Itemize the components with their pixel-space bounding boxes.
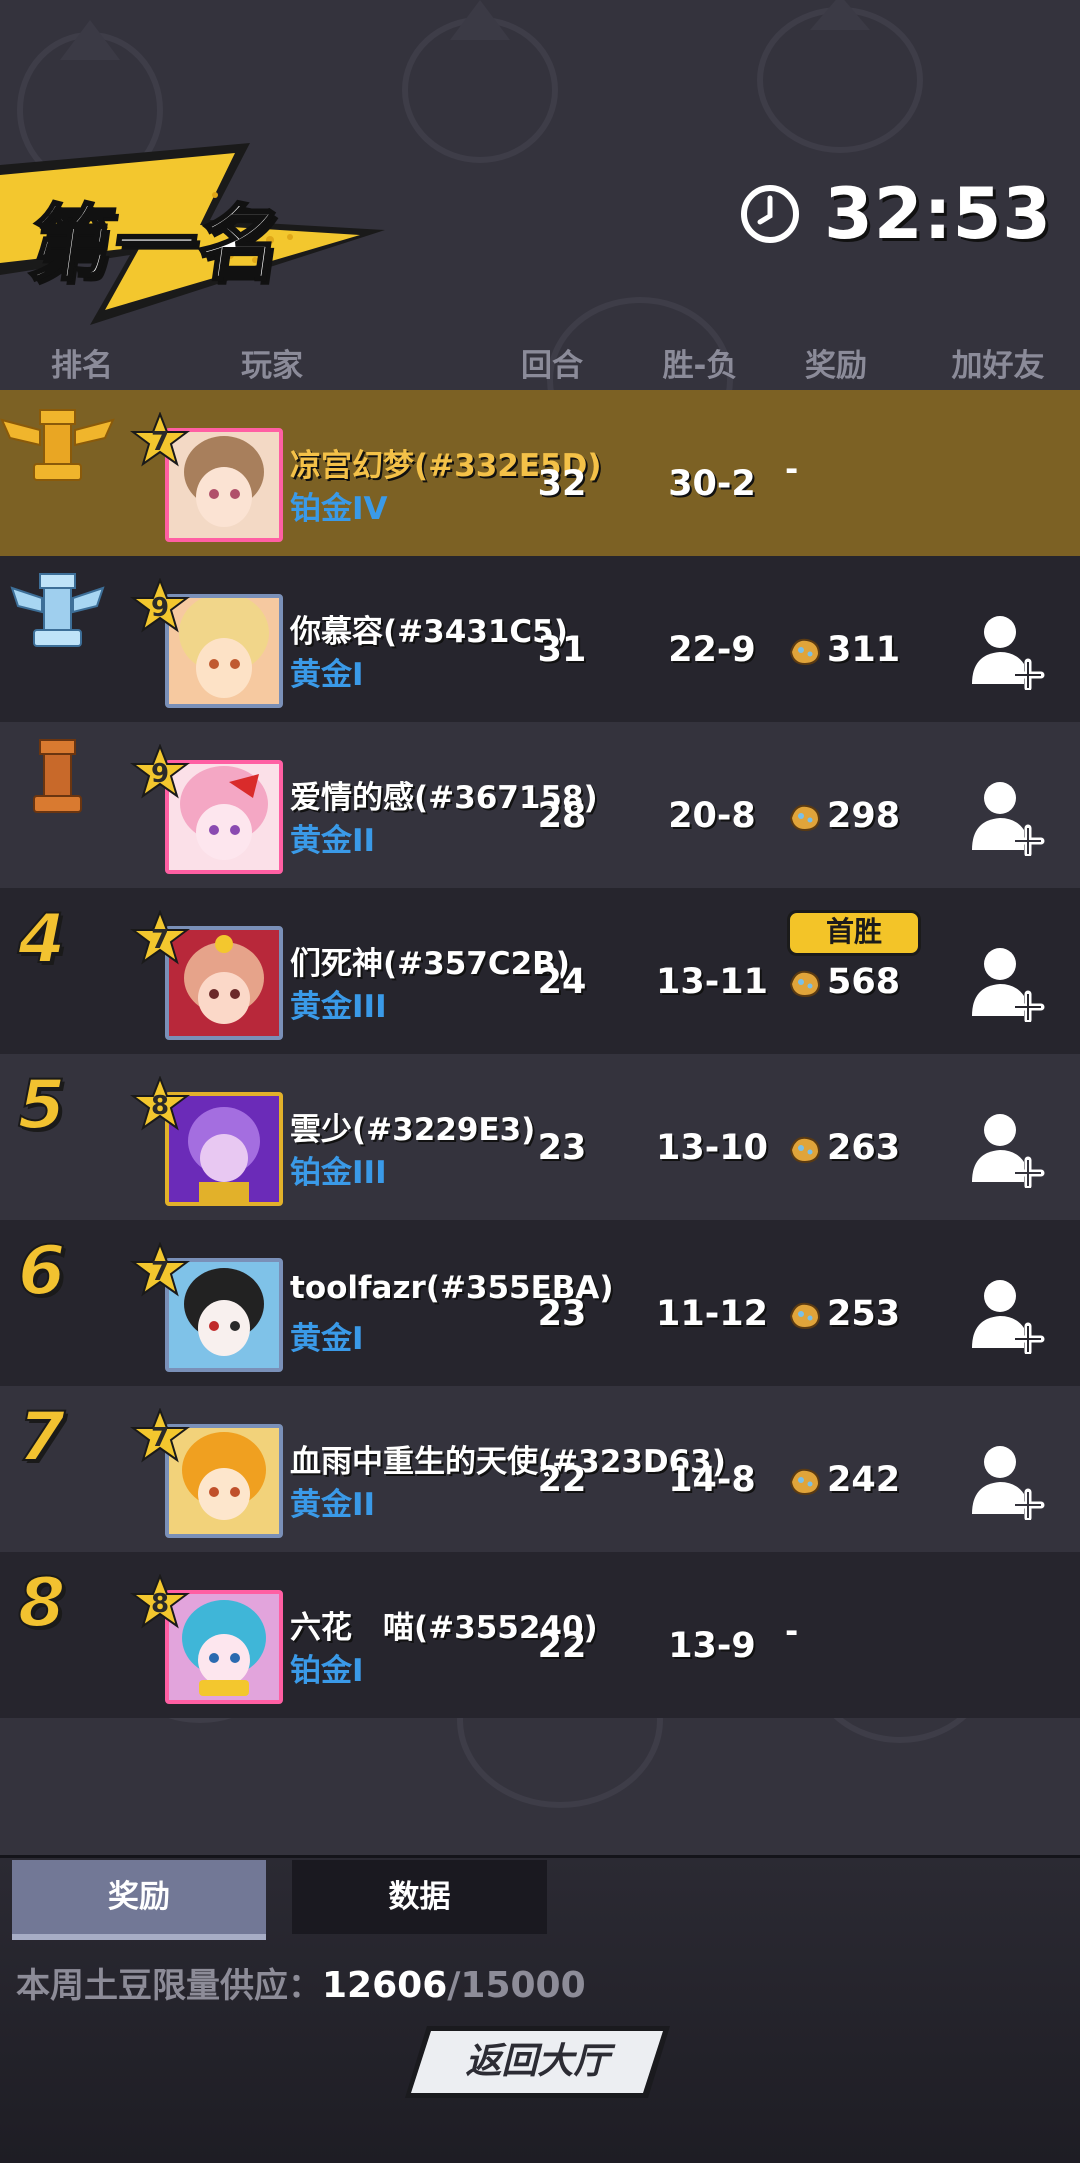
- player-reward: -: [785, 450, 799, 488]
- player-record: 13-10: [656, 1128, 768, 1168]
- bottom-panel: 奖励 数据 本周土豆限量供应：12606/15000 返回大厅: [0, 1855, 1080, 2163]
- level-badge: 8: [130, 1075, 190, 1136]
- table-row: 9 爱情的感(#367158) 黄金II 28 20-8 298: [0, 722, 1080, 888]
- supply-current: 12606: [322, 1965, 448, 2006]
- leaderboard: 7 凉宫幻梦(#332E5D) 铂金IV 32 30-2 - 9 你慕容(#34…: [0, 390, 1080, 1718]
- rank-number: 8: [17, 1563, 66, 1644]
- first-win-badge: 首胜: [787, 910, 921, 956]
- player-tier: 黄金II: [290, 823, 376, 859]
- player-reward: 311: [787, 630, 900, 670]
- supply-max: 15000: [460, 1965, 586, 2006]
- header-rounds: 回合: [521, 348, 583, 384]
- potato-icon: [789, 804, 821, 832]
- header-player: 玩家: [241, 348, 303, 384]
- header-add-friend: 加好友: [951, 348, 1045, 384]
- rank-number: 7: [17, 1397, 66, 1478]
- add-friend-button[interactable]: [966, 942, 1046, 1022]
- back-to-lobby-button[interactable]: 返回大厅: [405, 2026, 670, 2098]
- weekly-supply: 本周土豆限量供应：12606/15000: [16, 1958, 586, 2007]
- player-tier: 铂金I: [290, 1653, 364, 1689]
- player-record: 14-8: [668, 1460, 756, 1500]
- add-friend-button[interactable]: [966, 610, 1046, 690]
- player-tier: 铂金IV: [290, 491, 388, 527]
- player-tier: 黄金I: [290, 657, 364, 693]
- player-tier: 黄金I: [290, 1321, 364, 1357]
- rank-number: 5: [17, 1065, 66, 1146]
- add-friend-button[interactable]: [966, 1108, 1046, 1188]
- table-row: 8 8 六花 喵(#355240) 铂金I 22 13-9 -: [0, 1552, 1080, 1718]
- player-rounds: 28: [537, 796, 587, 836]
- rank-number: 6: [17, 1231, 66, 1312]
- player-record: 13-11: [656, 962, 768, 1002]
- player-tier: 铂金III: [290, 1155, 387, 1191]
- potato-icon: [789, 1136, 821, 1164]
- table-row: 7 凉宫幻梦(#332E5D) 铂金IV 32 30-2 -: [0, 390, 1080, 556]
- player-name: 血雨中重生的天使(#323D63): [290, 1444, 726, 1480]
- potato-icon: [789, 638, 821, 666]
- player-rounds: 22: [537, 1626, 587, 1666]
- player-rounds: 31: [537, 630, 587, 670]
- table-row: 5 8 雲少(#3229E3) 铂金III 23 13-10 263: [0, 1054, 1080, 1220]
- bronze-rook-trophy-icon: [33, 739, 82, 813]
- table-row: 7 7 血雨中重生的天使(#323D63) 黄金II 22 14-8 242: [0, 1386, 1080, 1552]
- add-friend-button[interactable]: [966, 776, 1046, 856]
- add-friend-button[interactable]: [966, 1274, 1046, 1354]
- gold-rook-trophy-icon: [0, 409, 115, 481]
- potato-icon: [789, 970, 821, 998]
- clock-icon: [741, 185, 800, 243]
- level-badge: 8: [130, 1573, 190, 1634]
- level-badge: 7: [130, 1241, 190, 1302]
- table-row: 9 你慕容(#3431C5) 黄金I 31 22-9 311: [0, 556, 1080, 722]
- player-reward: 263: [787, 1128, 900, 1168]
- player-record: 11-12: [656, 1294, 768, 1334]
- player-tier: 黄金III: [290, 989, 387, 1025]
- supply-label: 本周土豆限量供应：: [16, 1966, 322, 2006]
- level-badge: 9: [130, 743, 190, 804]
- header-reward: 奖励: [805, 348, 867, 384]
- tab-reward[interactable]: 奖励: [12, 1860, 266, 1940]
- table-row: 4 7 们死神(#357C2B) 黄金III 24 13-11 首胜 568: [0, 888, 1080, 1054]
- table-row: 6 7 toolfazr(#355EBA) 黄金I 23 11-12 253: [0, 1220, 1080, 1386]
- level-badge: 9: [130, 577, 190, 638]
- player-rounds: 24: [537, 962, 587, 1002]
- player-reward: 298: [787, 796, 900, 836]
- player-reward: -: [785, 1612, 799, 1650]
- player-reward: 253: [787, 1294, 900, 1334]
- level-badge: 7: [130, 411, 190, 472]
- player-name: 雲少(#3229E3): [290, 1112, 536, 1148]
- player-reward: 568: [787, 962, 900, 1002]
- timer-text: 32:53: [824, 173, 1052, 255]
- player-rounds: 23: [537, 1128, 587, 1168]
- player-record: 22-9: [668, 630, 756, 670]
- rank-banner: 第一名: [0, 135, 400, 335]
- rank-number: 4: [17, 899, 66, 980]
- player-name: 你慕容(#3431C5): [290, 614, 568, 650]
- player-reward: 242: [787, 1460, 900, 1500]
- tab-data[interactable]: 数据: [292, 1860, 547, 1934]
- player-rounds: 32: [537, 464, 587, 504]
- add-friend-button[interactable]: [966, 1440, 1046, 1520]
- player-name: 们死神(#357C2B): [290, 946, 570, 982]
- back-button-label: 返回大厅: [465, 2041, 610, 2082]
- supply-separator: /: [447, 1965, 461, 2006]
- player-rounds: 22: [537, 1460, 587, 1500]
- player-rounds: 23: [537, 1294, 587, 1334]
- player-record: 20-8: [668, 796, 756, 836]
- column-headers: 排名 玩家 回合 胜-负 奖励 加好友: [0, 340, 1080, 390]
- rank-title: 第一名: [23, 196, 291, 294]
- header-record: 胜-负: [662, 348, 738, 384]
- header-rank: 排名: [51, 348, 113, 384]
- level-badge: 7: [130, 1407, 190, 1468]
- match-timer: 32:53: [740, 172, 1052, 256]
- potato-icon: [789, 1302, 821, 1330]
- silver-rook-trophy-icon: [10, 573, 105, 647]
- player-record: 13-9: [668, 1626, 756, 1666]
- player-record: 30-2: [668, 464, 756, 504]
- potato-icon: [789, 1468, 821, 1496]
- player-tier: 黄金II: [290, 1487, 376, 1523]
- level-badge: 7: [130, 909, 190, 970]
